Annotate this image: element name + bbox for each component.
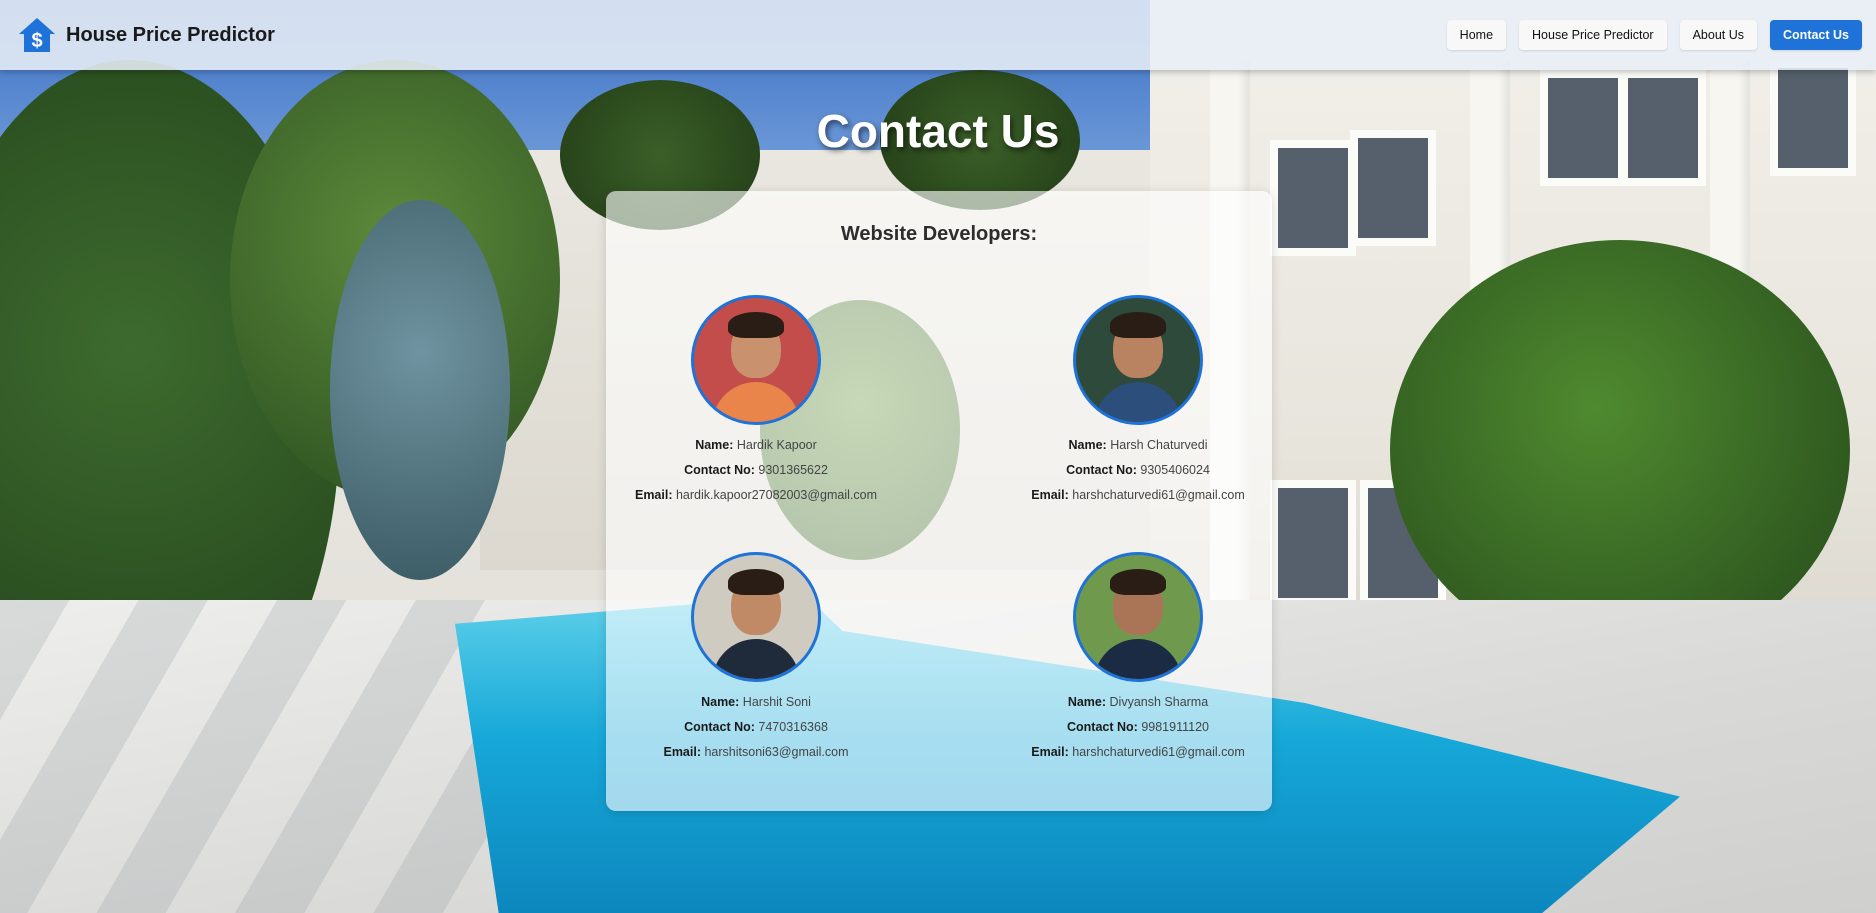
- developer-contact: Contact No: 7470316368: [684, 720, 828, 734]
- nav-contact-button[interactable]: Contact Us: [1770, 20, 1862, 50]
- developer-name: Name: Divyansh Sharma: [1067, 695, 1209, 709]
- house-dollar-icon: $: [19, 18, 55, 52]
- developer-avatar: [691, 295, 821, 425]
- brand-title: House Price Predictor: [66, 23, 275, 46]
- developer-email: Email: hardik.kapoor27082003@gmail.com: [634, 488, 877, 502]
- brand[interactable]: $ House Price Predictor: [17, 16, 275, 54]
- developers-card: Website Developers: Name: Hardik Kapoor …: [606, 191, 1272, 811]
- nav-about-button[interactable]: About Us: [1679, 20, 1758, 50]
- nav-home-button[interactable]: Home: [1446, 20, 1507, 50]
- developer-avatar: [1073, 295, 1203, 425]
- developer-email: Email: harshchaturvedi61@gmail.com: [1031, 745, 1245, 759]
- developer-card: Name: Hardik Kapoor Contact No: 93013656…: [606, 295, 906, 508]
- developer-name: Name: Harshit Soni: [701, 695, 811, 709]
- developer-avatar: [691, 552, 821, 682]
- developer-avatar: [1073, 552, 1203, 682]
- svg-text:$: $: [31, 30, 42, 52]
- section-heading: Website Developers:: [840, 223, 1038, 245]
- developer-card: Name: Divyansh Sharma Contact No: 998191…: [988, 552, 1288, 765]
- developer-email: Email: harshitsoni63@gmail.com: [663, 745, 849, 759]
- main-nav: Home House Price Predictor About Us Cont…: [1446, 20, 1862, 50]
- developer-name: Name: Hardik Kapoor: [695, 438, 817, 452]
- developer-contact: Contact No: 9305406024: [1066, 463, 1210, 477]
- page-title: Contact Us: [816, 105, 1060, 157]
- developer-card: Name: Harshit Soni Contact No: 747031636…: [606, 552, 906, 765]
- developer-email: Email: harshchaturvedi61@gmail.com: [1031, 488, 1245, 502]
- navbar: $ House Price Predictor Home House Price…: [0, 0, 1876, 70]
- developer-name: Name: Harsh Chaturvedi: [1068, 438, 1208, 452]
- developer-contact: Contact No: 9301365622: [684, 463, 828, 477]
- nav-predictor-button[interactable]: House Price Predictor: [1519, 20, 1667, 50]
- developer-card: Name: Harsh Chaturvedi Contact No: 93054…: [988, 295, 1288, 508]
- developer-contact: Contact No: 9981911120: [1067, 720, 1209, 734]
